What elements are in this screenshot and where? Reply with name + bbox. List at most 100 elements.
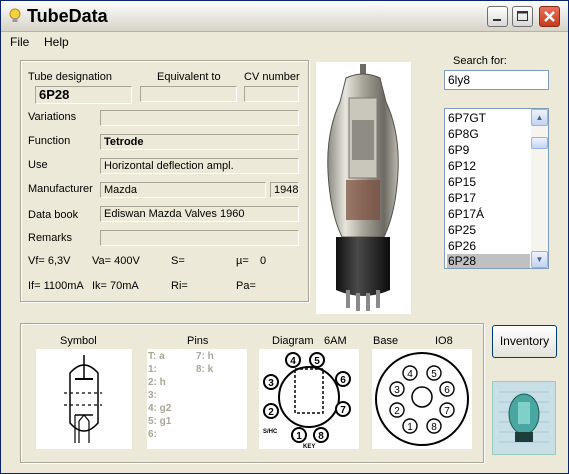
tube-list[interactable]: 6P7GT 6P8G 6P9 6P12 6P15 6P17 6P17Á 6P25… xyxy=(444,108,549,269)
use-field[interactable]: Horizontal deflection ampl. xyxy=(100,158,299,174)
variations-field[interactable] xyxy=(100,110,299,126)
equivalent-label: Equivalent to xyxy=(157,71,221,83)
pin-entry: 2: h xyxy=(148,377,166,388)
svg-text:4: 4 xyxy=(407,369,413,380)
title-bar[interactable]: TubeData xyxy=(1,1,568,32)
va-value: Va= 400V xyxy=(92,255,140,267)
list-item-selected[interactable]: 6P28 xyxy=(447,254,530,268)
cv-number-label: CV number xyxy=(244,71,300,83)
tetrode-symbol-icon xyxy=(64,355,102,443)
pin-entry: 1: xyxy=(148,364,157,375)
s-value: S= xyxy=(171,255,185,267)
svg-text:5: 5 xyxy=(431,369,437,380)
ik-value: Ik= 70mA xyxy=(92,280,139,292)
ri-value: Ri= xyxy=(171,280,188,292)
svg-text:7: 7 xyxy=(340,405,346,416)
pa-value: Pa= xyxy=(236,280,256,292)
list-item[interactable]: 6P17 xyxy=(447,191,530,206)
mu-label: µ= xyxy=(236,255,249,267)
close-icon xyxy=(544,11,555,22)
pins-label: Pins xyxy=(187,335,209,347)
basing-diagram-icon: 4 3 2 5 6 7 1 8 S/HC KEY xyxy=(263,352,351,450)
if-value: If= 1100mA xyxy=(28,280,84,292)
list-item[interactable]: 6P8G xyxy=(447,127,530,142)
function-label: Function xyxy=(28,135,71,147)
tube-logo-icon xyxy=(493,382,555,454)
svg-text:3: 3 xyxy=(394,385,400,396)
svg-text:2: 2 xyxy=(394,406,400,417)
svg-text:5: 5 xyxy=(314,356,320,367)
list-item[interactable]: 6P9 xyxy=(447,143,530,158)
scroll-down-button[interactable]: ▼ xyxy=(531,251,548,268)
mu-value: 0 xyxy=(260,255,267,267)
minimize-icon xyxy=(493,19,501,21)
vf-value: Vf= 6,3V xyxy=(28,255,71,267)
svg-text:8: 8 xyxy=(431,422,437,433)
svg-text:7: 7 xyxy=(444,406,450,417)
maximize-button[interactable] xyxy=(512,6,533,27)
list-item[interactable]: 6P17Á xyxy=(447,207,530,222)
base-code: IO8 xyxy=(435,335,453,347)
list-item[interactable]: 6P7GT xyxy=(447,111,530,126)
svg-text:1: 1 xyxy=(407,422,413,433)
search-input[interactable] xyxy=(444,70,549,90)
year-field[interactable]: 1948 xyxy=(270,182,299,198)
inventory-button[interactable]: Inventory xyxy=(492,325,557,358)
pin-entry: 6: xyxy=(148,429,157,440)
use-label: Use xyxy=(28,159,48,171)
list-item[interactable]: 6P25 xyxy=(447,223,530,238)
cv-number-field[interactable] xyxy=(244,86,299,102)
manufacturer-field[interactable]: Mazda xyxy=(100,182,266,198)
lightbulb-icon xyxy=(9,8,21,22)
app-logo xyxy=(492,381,556,455)
minimize-button[interactable] xyxy=(487,6,508,27)
list-item[interactable]: 6P15 xyxy=(447,175,530,190)
pins-list: T: a 1: 2: h 3: 4: g2 5: g1 6: 7: h 8: k xyxy=(147,349,247,449)
diagram-code: 6AM xyxy=(324,335,347,347)
menu-file[interactable]: File xyxy=(10,35,29,49)
tube-photo xyxy=(316,62,411,314)
app-window: TubeData File Help Tube designation Equi… xyxy=(0,0,569,474)
base-label: Base xyxy=(373,335,399,347)
tube-designation-field[interactable]: 6P28 xyxy=(35,86,132,104)
symbol-label: Symbol xyxy=(60,335,97,347)
databook-label: Data book xyxy=(28,209,79,221)
pin-entry: T: a xyxy=(148,351,165,362)
scroll-thumb[interactable] xyxy=(531,137,548,149)
octal-base-icon: 4 5 3 6 2 7 1 8 xyxy=(375,352,469,446)
pin-entry: 5: g1 xyxy=(148,416,172,427)
close-button[interactable] xyxy=(539,6,560,27)
tube-designation-label: Tube designation xyxy=(28,71,112,83)
window-title: TubeData xyxy=(27,6,108,26)
vacuum-tube-image xyxy=(327,64,399,311)
svg-text:3: 3 xyxy=(268,378,274,389)
menu-help[interactable]: Help xyxy=(44,35,69,49)
menu-bar: File Help xyxy=(1,33,568,51)
svg-text:2: 2 xyxy=(268,407,274,418)
function-field[interactable]: Tetrode xyxy=(100,134,299,150)
list-item[interactable]: 6P12 xyxy=(447,159,530,174)
svg-text:6: 6 xyxy=(340,375,346,386)
svg-text:1: 1 xyxy=(296,431,302,442)
list-item[interactable]: 6P26 xyxy=(447,239,530,254)
chevron-down-icon: ▼ xyxy=(535,255,544,264)
pin-entry: 4: g2 xyxy=(148,403,172,414)
manufacturer-label: Manufacturer xyxy=(28,183,93,195)
pin-diagram: 4 3 2 5 6 7 1 8 S/HC KEY xyxy=(259,349,359,450)
remarks-field[interactable] xyxy=(100,230,299,246)
pin-entry: 3: xyxy=(148,390,157,401)
chevron-up-icon: ▲ xyxy=(535,113,544,122)
list-scrollbar[interactable]: ▲ ▼ xyxy=(531,109,548,268)
tube-symbol xyxy=(36,349,132,449)
svg-text:6: 6 xyxy=(444,385,450,396)
svg-text:8: 8 xyxy=(318,431,324,442)
svg-text:4: 4 xyxy=(290,356,296,367)
svg-text:KEY: KEY xyxy=(303,444,315,449)
equivalent-field[interactable] xyxy=(140,86,237,102)
remarks-label: Remarks xyxy=(28,232,73,244)
search-label: Search for: xyxy=(453,55,507,67)
svg-text:S/HC: S/HC xyxy=(263,429,278,435)
pin-entry: 8: k xyxy=(196,364,214,375)
databook-field[interactable]: Ediswan Mazda Valves 1960 xyxy=(100,206,299,222)
scroll-up-button[interactable]: ▲ xyxy=(531,109,548,126)
